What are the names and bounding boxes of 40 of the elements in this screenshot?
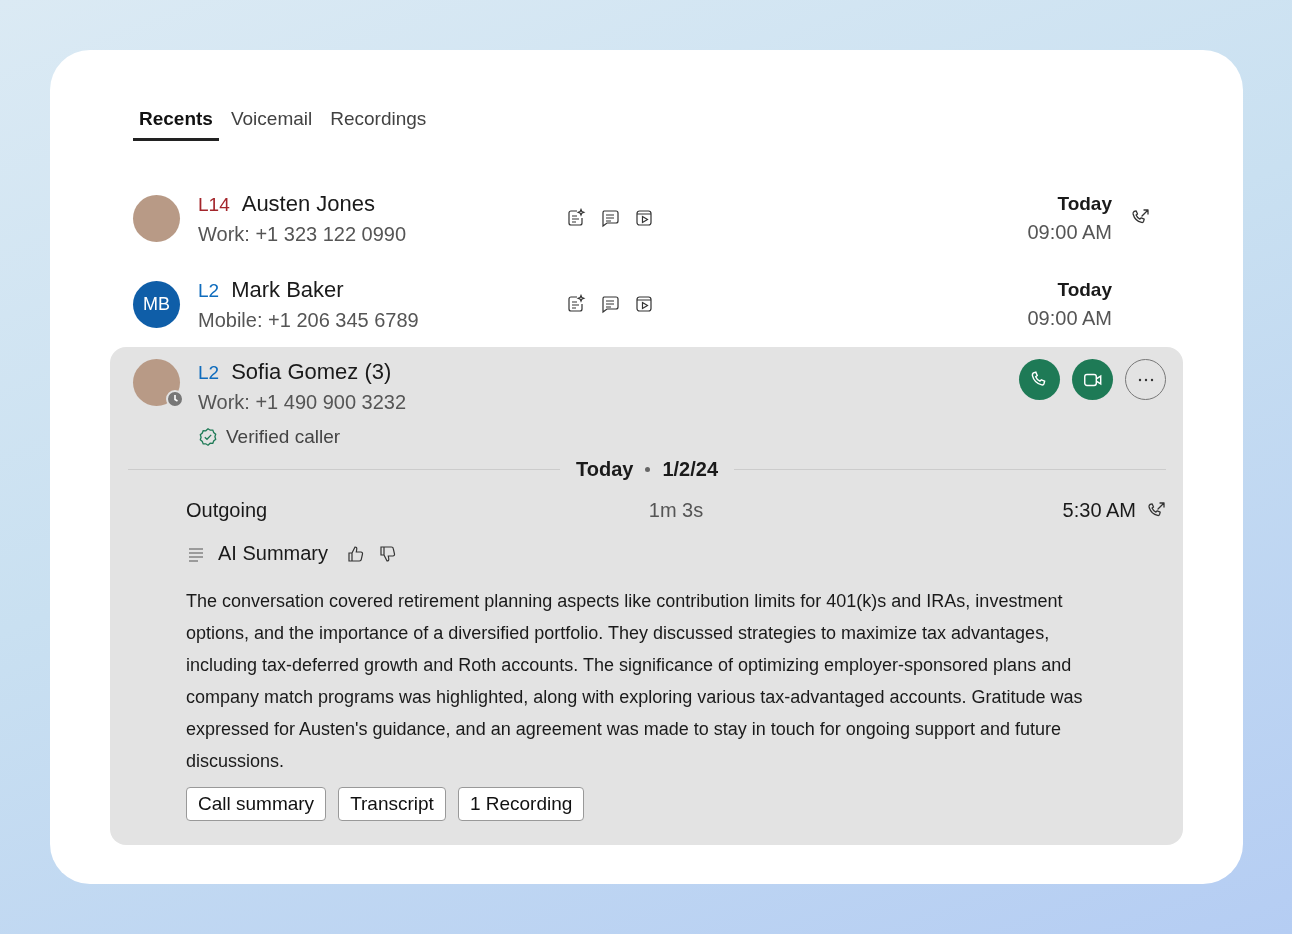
call-duration: 1m 3s xyxy=(648,499,704,522)
line-label: L2 xyxy=(198,279,220,302)
phone-number: Work: +1 323 122 0990 xyxy=(198,222,408,246)
tab[interactable]: Recordings xyxy=(324,104,433,141)
phone-number: Mobile: +1 206 345 6789 xyxy=(198,308,420,332)
avatar: MB xyxy=(133,280,180,328)
chat-icon[interactable] xyxy=(600,294,620,314)
call-time: 09:00 AM xyxy=(1026,220,1112,244)
call-time: 09:00 AM xyxy=(1026,306,1112,330)
call-button[interactable] xyxy=(1019,359,1060,400)
date-heading: 1/2/24 xyxy=(662,458,718,481)
video-recording-icon[interactable] xyxy=(634,208,654,228)
call-time: 5:30 AM xyxy=(1062,499,1136,522)
call-date: Today xyxy=(1056,278,1112,301)
chip-button[interactable]: 1 Recording xyxy=(457,787,585,821)
line-label: L14 xyxy=(198,193,230,216)
ai-summary-title: AI Summary xyxy=(218,542,329,565)
photo-placeholder xyxy=(133,194,180,242)
verified-caller-label: Verified caller xyxy=(226,426,341,448)
line-label: L2 xyxy=(198,362,220,384)
video-call-button[interactable] xyxy=(1072,359,1113,400)
chat-icon[interactable] xyxy=(600,208,620,228)
summary-paragraph: The conversation covered retirement planning aspects like contribution limits for 401(k)s and IRAs, investment options, and the importance of a diversified portfolio. They discussed strategies to maximize tax advantages, including tax-deferred growth and Roth accounts. The significance of optimizing employer-sponsored plans and company match programs was highlighted, along with exploring various tax-advantaged accounts. Gratitude was expressed for Austen's guidance, and an agreement was made to stay in touch for ongoing support and future discussions. xyxy=(186,590,1084,773)
chip-button[interactable]: Call summary xyxy=(186,787,327,821)
ai-notes-icon[interactable] xyxy=(566,294,586,314)
video-recording-icon[interactable] xyxy=(634,294,654,314)
contact-name: Sofia Gomez (3) xyxy=(231,359,392,385)
call-direction: Outgoing xyxy=(186,499,269,522)
tab[interactable]: Recents xyxy=(133,104,219,141)
chip-button[interactable]: Transcript xyxy=(338,787,446,821)
contact-name: Mark Baker xyxy=(231,276,344,303)
call-date: Today xyxy=(1056,192,1112,215)
date-heading: Today xyxy=(576,458,634,481)
verified-badge-icon xyxy=(198,427,218,447)
contact-name: Austen Jones xyxy=(241,190,375,217)
tab[interactable]: Voicemail xyxy=(224,104,319,141)
ai-notes-icon[interactable] xyxy=(566,208,586,228)
more-icon xyxy=(1137,377,1154,382)
separator-dot xyxy=(645,467,651,472)
phone-number: Work: +1 490 900 3232 xyxy=(198,391,408,414)
